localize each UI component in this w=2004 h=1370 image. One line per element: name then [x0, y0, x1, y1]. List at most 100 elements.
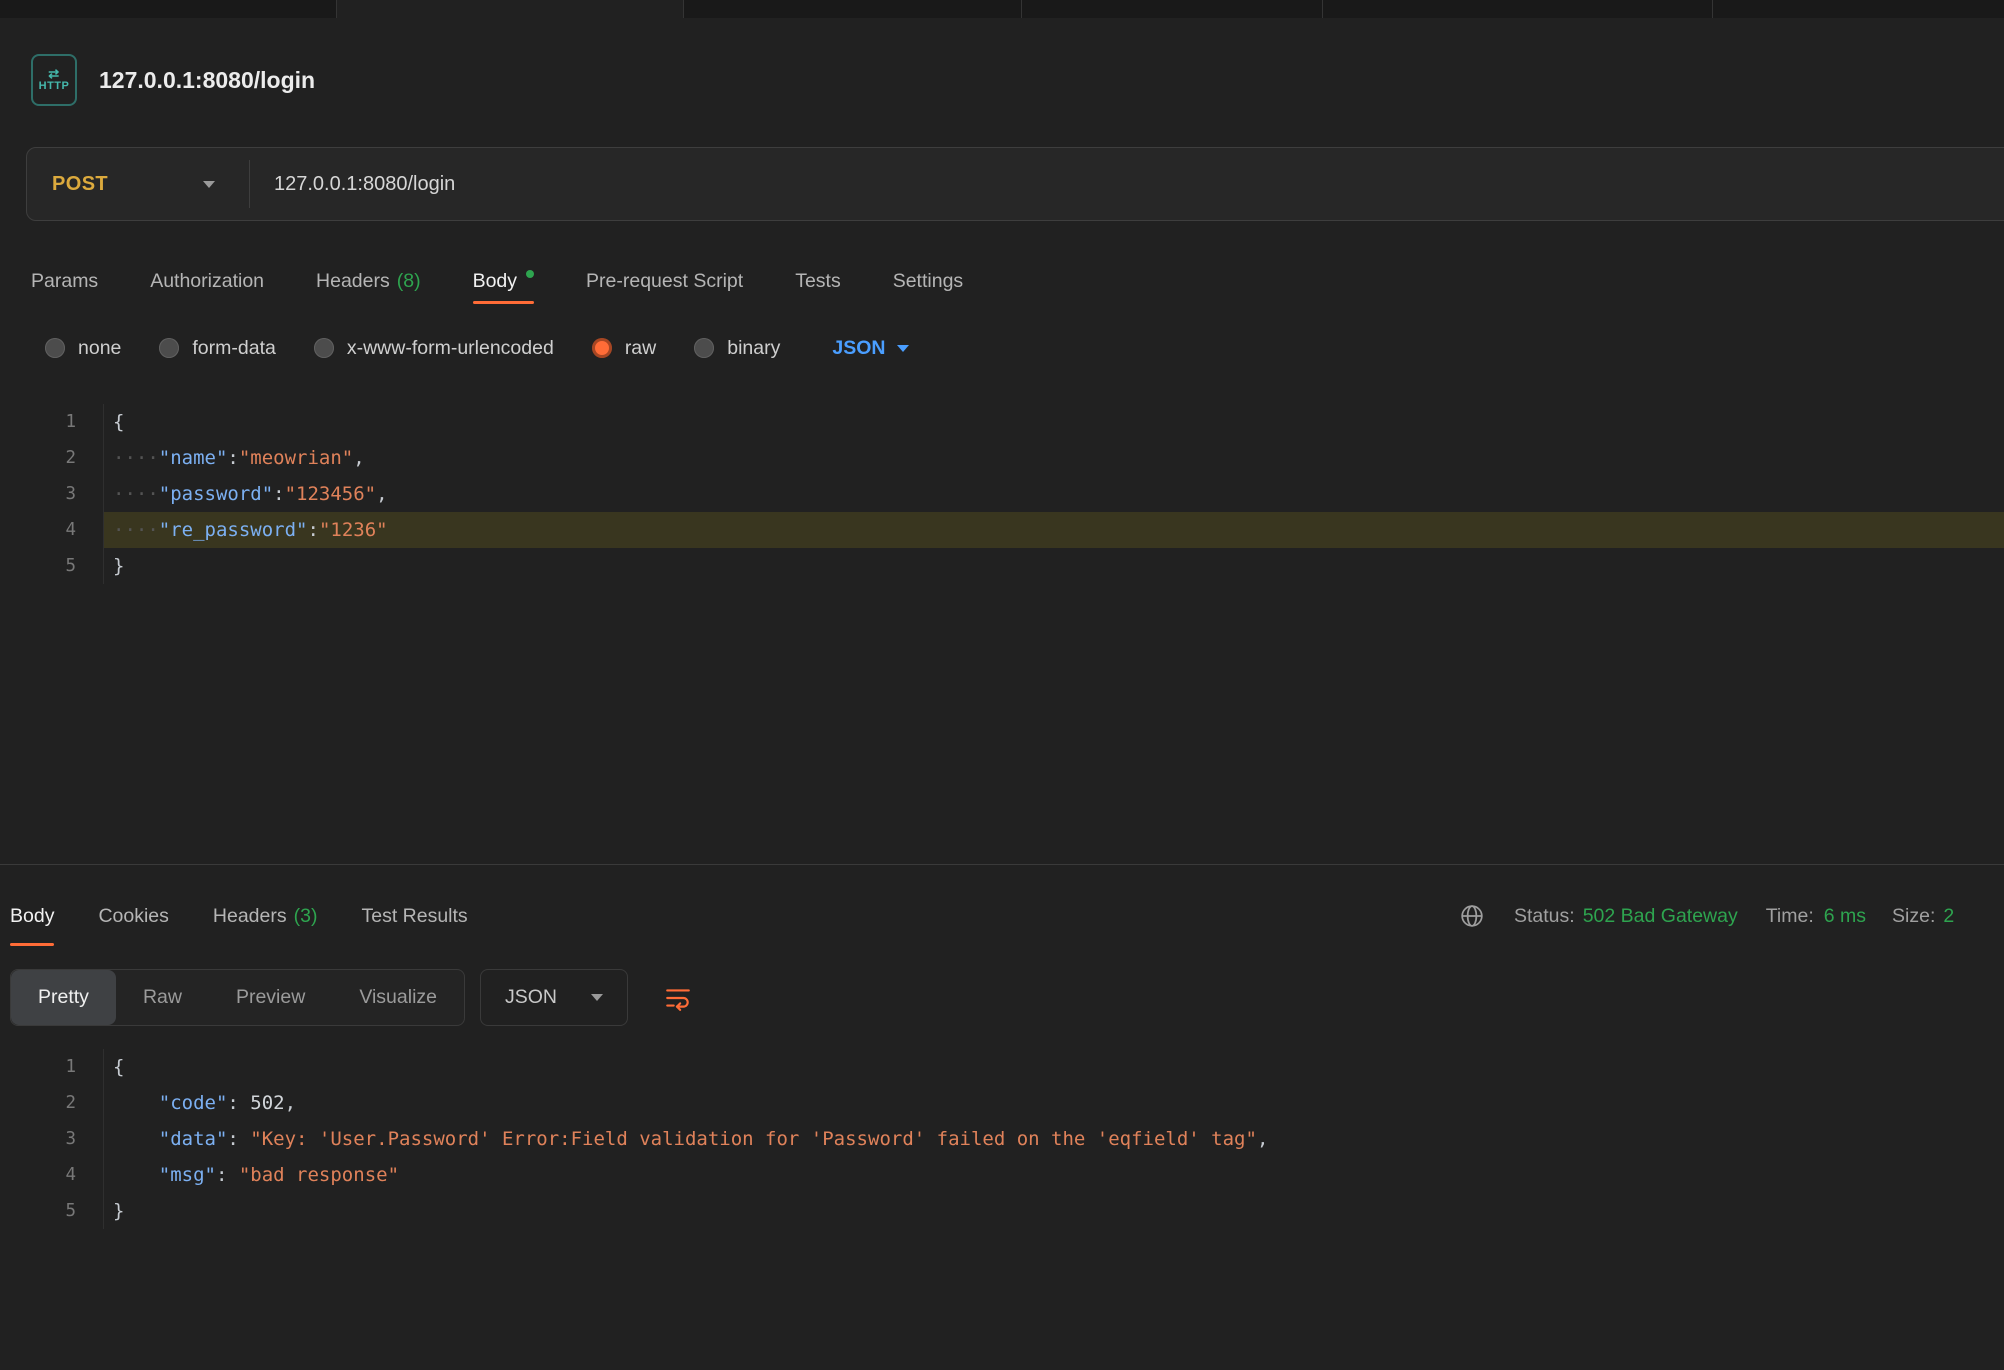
body-modified-dot-icon — [526, 270, 534, 278]
fold-gutter[interactable] — [76, 548, 104, 584]
code-line[interactable]: 2 "code": 502, — [0, 1085, 2004, 1121]
http-request-icon: ⇄ HTTP — [31, 54, 77, 106]
code-text: ····"re_password":"1236" — [104, 512, 2004, 548]
code-line[interactable]: 1{ — [0, 1049, 2004, 1085]
tab-params[interactable]: Params — [31, 258, 98, 304]
tab-headers[interactable]: Headers(8) — [316, 258, 421, 304]
code-text: "code": 502, — [104, 1085, 2004, 1121]
pane-divider[interactable] — [0, 864, 2004, 865]
response-body-viewer[interactable]: 1{2 "code": 502,3 "data": "Key: 'User.Pa… — [0, 1049, 2004, 1370]
code-text: "data": "Key: 'User.Password' Error:Fiel… — [104, 1121, 2004, 1157]
body-language-select[interactable]: JSON — [832, 337, 909, 360]
view-visualize[interactable]: Visualize — [332, 970, 464, 1025]
chevron-down-icon — [591, 994, 603, 1001]
code-line[interactable]: 1{ — [0, 404, 2004, 440]
workspace-tab[interactable] — [684, 0, 1022, 18]
fold-gutter[interactable] — [76, 476, 104, 512]
response-toolbar: Pretty Raw Preview Visualize JSON — [10, 969, 706, 1026]
workspace-tab[interactable] — [1323, 0, 1713, 18]
line-number: 3 — [0, 1121, 76, 1157]
tab-settings[interactable]: Settings — [893, 258, 963, 304]
body-mode-raw[interactable]: raw — [592, 337, 656, 360]
fold-gutter[interactable] — [76, 1085, 104, 1121]
fold-gutter[interactable] — [76, 512, 104, 548]
code-text: { — [104, 404, 2004, 440]
radio-icon — [314, 338, 334, 358]
fold-gutter[interactable] — [76, 404, 104, 440]
radio-icon — [45, 338, 65, 358]
fold-gutter[interactable] — [76, 1049, 104, 1085]
response-tab-test-results[interactable]: Test Results — [361, 886, 467, 946]
chevron-down-icon — [203, 181, 215, 188]
body-mode-x-www-form-urlencoded[interactable]: x-www-form-urlencoded — [314, 337, 554, 360]
view-raw[interactable]: Raw — [116, 970, 209, 1025]
workspace-tab-active[interactable] — [337, 0, 684, 18]
line-number: 1 — [0, 1049, 76, 1085]
body-mode-form-data[interactable]: form-data — [159, 337, 275, 360]
url-input[interactable]: 127.0.0.1:8080/login — [250, 173, 455, 196]
view-preview[interactable]: Preview — [209, 970, 332, 1025]
fold-gutter[interactable] — [76, 1157, 104, 1193]
response-editor-lines: 1{2 "code": 502,3 "data": "Key: 'User.Pa… — [0, 1049, 2004, 1229]
code-line[interactable]: 3 "data": "Key: 'User.Password' Error:Fi… — [0, 1121, 2004, 1157]
tab-tests[interactable]: Tests — [795, 258, 841, 304]
body-mode-binary[interactable]: binary — [694, 337, 780, 360]
response-format-select[interactable]: JSON — [480, 969, 628, 1026]
response-header: Body Cookies Headers(3) Test Results Sta… — [10, 886, 2004, 946]
body-mode-row: none form-data x-www-form-urlencoded raw… — [45, 328, 909, 368]
method-select[interactable]: POST — [27, 148, 249, 220]
response-tab-body[interactable]: Body — [10, 886, 54, 946]
request-tabs: Params Authorization Headers(8) Body Pre… — [31, 258, 963, 304]
size-value: 2 — [1943, 905, 1954, 928]
line-number: 1 — [0, 404, 76, 440]
url-bar: POST 127.0.0.1:8080/login — [26, 147, 2004, 221]
workspace-tab[interactable] — [1022, 0, 1323, 18]
request-title-row: ⇄ HTTP 127.0.0.1:8080/login — [31, 52, 315, 108]
time-value: 6 ms — [1824, 905, 1866, 928]
code-text: } — [104, 1193, 2004, 1229]
method-label: POST — [52, 173, 108, 196]
fold-gutter[interactable] — [76, 440, 104, 476]
fold-gutter[interactable] — [76, 1121, 104, 1157]
headers-count: (8) — [397, 270, 421, 293]
arrows-icon: ⇄ — [48, 67, 59, 80]
code-line[interactable]: 5} — [0, 1193, 2004, 1229]
code-line[interactable]: 4 ····"re_password":"1236" — [0, 512, 2004, 548]
tab-pre-request-script[interactable]: Pre-request Script — [586, 258, 743, 304]
code-text: ····"password":"123456", — [104, 476, 2004, 512]
response-tab-cookies[interactable]: Cookies — [98, 886, 168, 946]
fold-gutter[interactable] — [76, 1193, 104, 1229]
response-status-bar: Status: 502 Bad Gateway Time: 6 ms Size:… — [1460, 886, 1954, 946]
radio-icon — [159, 338, 179, 358]
status-label: Status: — [1514, 905, 1575, 928]
response-tab-headers[interactable]: Headers(3) — [213, 886, 318, 946]
wrap-lines-icon — [664, 984, 692, 1012]
code-text: "msg": "bad response" — [104, 1157, 2004, 1193]
tab-body[interactable]: Body — [473, 258, 534, 304]
wrap-lines-button[interactable] — [650, 969, 706, 1026]
line-number: 2 — [0, 1085, 76, 1121]
workspace-tabbar — [0, 0, 2004, 18]
code-text: } — [104, 548, 2004, 584]
line-number: 3 — [0, 476, 76, 512]
request-editor-lines: 1{2····"name":"meowrian",3····"password"… — [0, 404, 2004, 584]
view-pretty[interactable]: Pretty — [11, 970, 116, 1025]
code-line[interactable]: 2····"name":"meowrian", — [0, 440, 2004, 476]
code-text: ····"name":"meowrian", — [104, 440, 2004, 476]
time-label: Time: — [1766, 905, 1814, 928]
code-line[interactable]: 4 "msg": "bad response" — [0, 1157, 2004, 1193]
body-mode-none[interactable]: none — [45, 337, 121, 360]
code-line[interactable]: 5} — [0, 548, 2004, 584]
status-value: 502 Bad Gateway — [1583, 905, 1738, 928]
workspace-tab[interactable] — [0, 0, 337, 18]
workspace-tab[interactable] — [1713, 0, 2004, 18]
code-line[interactable]: 3 ····"password":"123456", — [0, 476, 2004, 512]
line-number: 4 — [0, 1157, 76, 1193]
request-title: 127.0.0.1:8080/login — [99, 67, 315, 94]
request-body-editor[interactable]: 1{2····"name":"meowrian",3····"password"… — [0, 392, 2004, 864]
size-label: Size: — [1892, 905, 1935, 928]
tab-authorization[interactable]: Authorization — [150, 258, 264, 304]
network-globe-icon[interactable] — [1460, 904, 1484, 928]
line-number: 4 — [0, 512, 76, 548]
radio-selected-icon — [592, 338, 612, 358]
